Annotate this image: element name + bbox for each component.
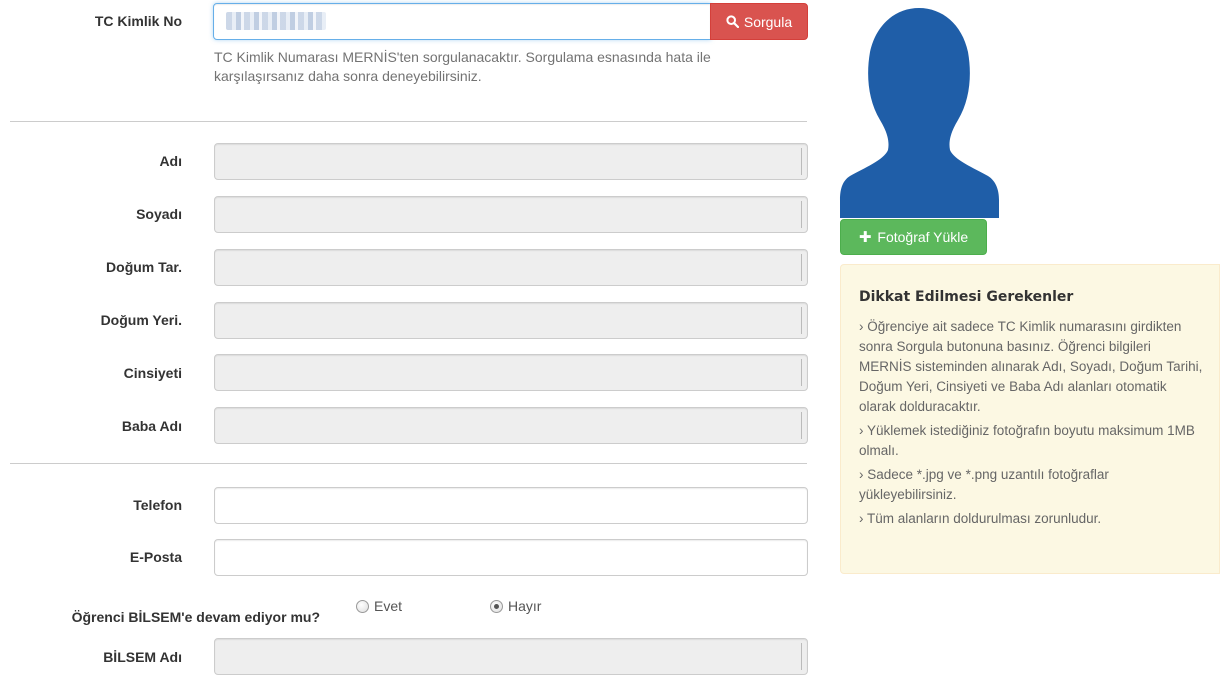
radio-hayir-label: Hayır bbox=[508, 598, 542, 614]
notice-item: › Öğrenciye ait sadece TC Kimlik numaras… bbox=[859, 319, 1203, 414]
divider-bottom bbox=[10, 463, 807, 464]
soyadi-field[interactable] bbox=[214, 196, 808, 233]
search-icon bbox=[726, 15, 739, 28]
radio-hayir[interactable]: Hayır bbox=[490, 598, 541, 614]
person-silhouette-icon bbox=[840, 8, 999, 218]
sorgula-label: Sorgula bbox=[743, 13, 793, 30]
sorgula-button[interactable]: Sorgula bbox=[710, 3, 808, 40]
dogum-yeri-label: Doğum Yeri. bbox=[100, 312, 182, 328]
adi-label: Adı bbox=[159, 153, 182, 169]
foto-yukle-label: Fotoğraf Yükle bbox=[877, 229, 969, 245]
notice-box: Dikkat Edilmesi Gerekenler › Öğrenciye a… bbox=[840, 264, 1220, 574]
notice-item: › Sadece *.jpg ve *.png uzantılı fotoğra… bbox=[859, 467, 1109, 502]
photo-placeholder bbox=[838, 0, 1001, 218]
telefon-input[interactable] bbox=[214, 487, 808, 524]
radio-evet-label: Evet bbox=[374, 598, 403, 614]
eposta-label: E-Posta bbox=[129, 549, 182, 565]
bilsem-question-label: Öğrenci BİLSEM'e devam ediyor mu? bbox=[71, 609, 320, 625]
cinsiyeti-label: Cinsiyeti bbox=[123, 365, 182, 381]
baba-adi-label: Baba Adı bbox=[121, 418, 182, 434]
tc-kimlik-masked-value bbox=[226, 12, 326, 30]
eposta-input[interactable] bbox=[214, 539, 808, 576]
tc-kimlik-label: TC Kimlik No bbox=[94, 13, 182, 29]
notice-title: Dikkat Edilmesi Gerekenler bbox=[859, 289, 1074, 305]
foto-yukle-button[interactable]: ✚ Fotoğraf Yükle bbox=[840, 219, 987, 255]
tc-help-text: TC Kimlik Numarası MERNİS'ten sorgulanac… bbox=[214, 49, 711, 84]
radio-hayir-circle[interactable] bbox=[490, 599, 503, 613]
radio-evet[interactable]: Evet bbox=[356, 598, 402, 614]
telefon-label: Telefon bbox=[133, 497, 182, 513]
divider-top bbox=[10, 121, 807, 122]
plus-icon: ✚ bbox=[858, 229, 872, 246]
notice-item: › Tüm alanların doldurulması zorunludur. bbox=[859, 511, 1102, 526]
baba-adi-field[interactable] bbox=[214, 407, 808, 444]
cinsiyeti-field[interactable] bbox=[214, 354, 808, 391]
radio-evet-circle[interactable] bbox=[356, 599, 369, 613]
bilsem-adi-label: BİLSEM Adı bbox=[103, 649, 182, 665]
adi-field[interactable] bbox=[214, 143, 808, 180]
soyadi-label: Soyadı bbox=[136, 206, 182, 222]
notice-item: › Yüklemek istediğiniz fotoğrafın boyutu… bbox=[859, 423, 1195, 458]
dogum-tarihi-label: Doğum Tar. bbox=[106, 259, 182, 275]
dogum-yeri-field[interactable] bbox=[214, 302, 808, 339]
bilsem-adi-field[interactable] bbox=[214, 638, 808, 675]
dogum-tarihi-field[interactable] bbox=[214, 249, 808, 286]
